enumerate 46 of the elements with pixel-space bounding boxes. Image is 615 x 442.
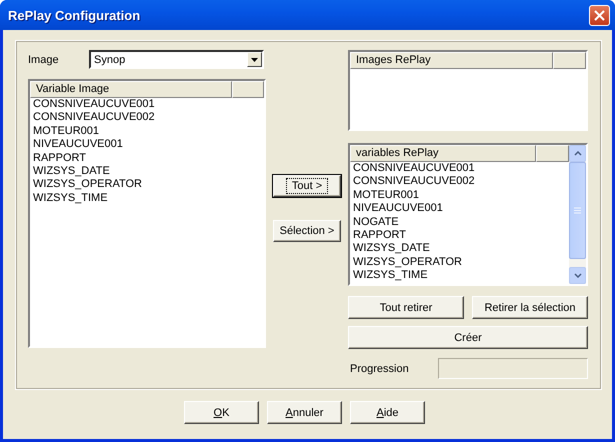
column-header[interactable]: Variable Image <box>30 81 232 98</box>
variables-replay-list[interactable]: variables RePlay CONSNIVEAUCUVE001 CONSNIVEAUCUVE002 MOTEUR001 NIVEAUCUVE001 NOGATE RAPPORT WIZSYS_DATE WIZSYS_OPERATOR WIZSYS_TIME <box>348 143 588 286</box>
images-replay-list[interactable]: Images RePlay <box>348 50 588 131</box>
remove-button[interactable]: Tout retirer <box>348 296 464 319</box>
column-header[interactable] <box>536 145 569 162</box>
list-item[interactable]: NIVEAUCUVE001 <box>350 202 569 216</box>
column-header[interactable]: Images RePlay <box>350 52 553 69</box>
list-item[interactable]: CONSNIVEAUCUVE002 <box>350 175 569 189</box>
list-item[interactable]: NIVEAUCUVE001 <box>30 138 264 152</box>
variable-image-list[interactable]: Variable Image CONSNIVEAUCUVE001 CONSNIVEAUCUVE002 MOTEUR001 NIVEAUCUVE001 RAPPORT WIZSYS_DATE WIZSYS_OPERATOR WIZSYS_TIME <box>28 79 266 348</box>
grip-icon <box>574 207 581 214</box>
list-item[interactable]: RAPPORT <box>30 152 264 165</box>
list-item[interactable]: WIZSYS_TIME <box>30 192 264 206</box>
list-item[interactable]: RAPPORT <box>350 228 569 242</box>
scroll-up-icon <box>574 151 582 156</box>
create-button[interactable]: Créer <box>348 326 588 349</box>
column-header[interactable]: variables RePlay <box>350 145 536 162</box>
transfer-button[interactable]: Tout > <box>273 175 341 197</box>
scroll-thumb[interactable] <box>569 162 586 259</box>
image-dropdown[interactable]: Synop <box>89 50 264 69</box>
dialog-button[interactable]: Aide <box>350 401 425 424</box>
remove-button[interactable]: Retirer la sélection <box>472 296 588 319</box>
dialog-button[interactable]: Annuler <box>267 401 342 424</box>
dropdown-arrow-icon <box>251 58 258 62</box>
transfer-button[interactable]: Sélection > <box>273 220 341 242</box>
progression-label: Progression <box>349 362 410 374</box>
scrollbar[interactable] <box>569 145 586 284</box>
window-title: RePlay Configuration <box>7 8 140 22</box>
list-item[interactable]: CONSNIVEAUCUVE001 <box>30 98 264 112</box>
list-item[interactable]: CONSNIVEAUCUVE002 <box>30 111 264 125</box>
scroll-down-icon <box>574 273 582 278</box>
column-header[interactable] <box>553 52 586 69</box>
list-item[interactable]: NOGATE <box>350 216 569 229</box>
list-item[interactable]: MOTEUR001 <box>30 124 264 138</box>
list-item[interactable]: MOTEUR001 <box>350 188 569 202</box>
dialog-button[interactable]: OK <box>184 401 259 424</box>
list-item[interactable]: CONSNIVEAUCUVE001 <box>350 162 569 176</box>
close-icon <box>594 10 605 20</box>
list-item[interactable]: WIZSYS_OPERATOR <box>30 178 264 192</box>
image-label: Image <box>28 54 60 66</box>
list-item[interactable]: WIZSYS_DATE <box>350 242 569 256</box>
close-button[interactable] <box>589 4 610 26</box>
list-item[interactable]: WIZSYS_DATE <box>30 164 264 178</box>
column-header[interactable] <box>232 81 264 98</box>
list-item[interactable]: WIZSYS_OPERATOR <box>350 256 569 270</box>
list-item[interactable]: WIZSYS_TIME <box>350 269 569 283</box>
